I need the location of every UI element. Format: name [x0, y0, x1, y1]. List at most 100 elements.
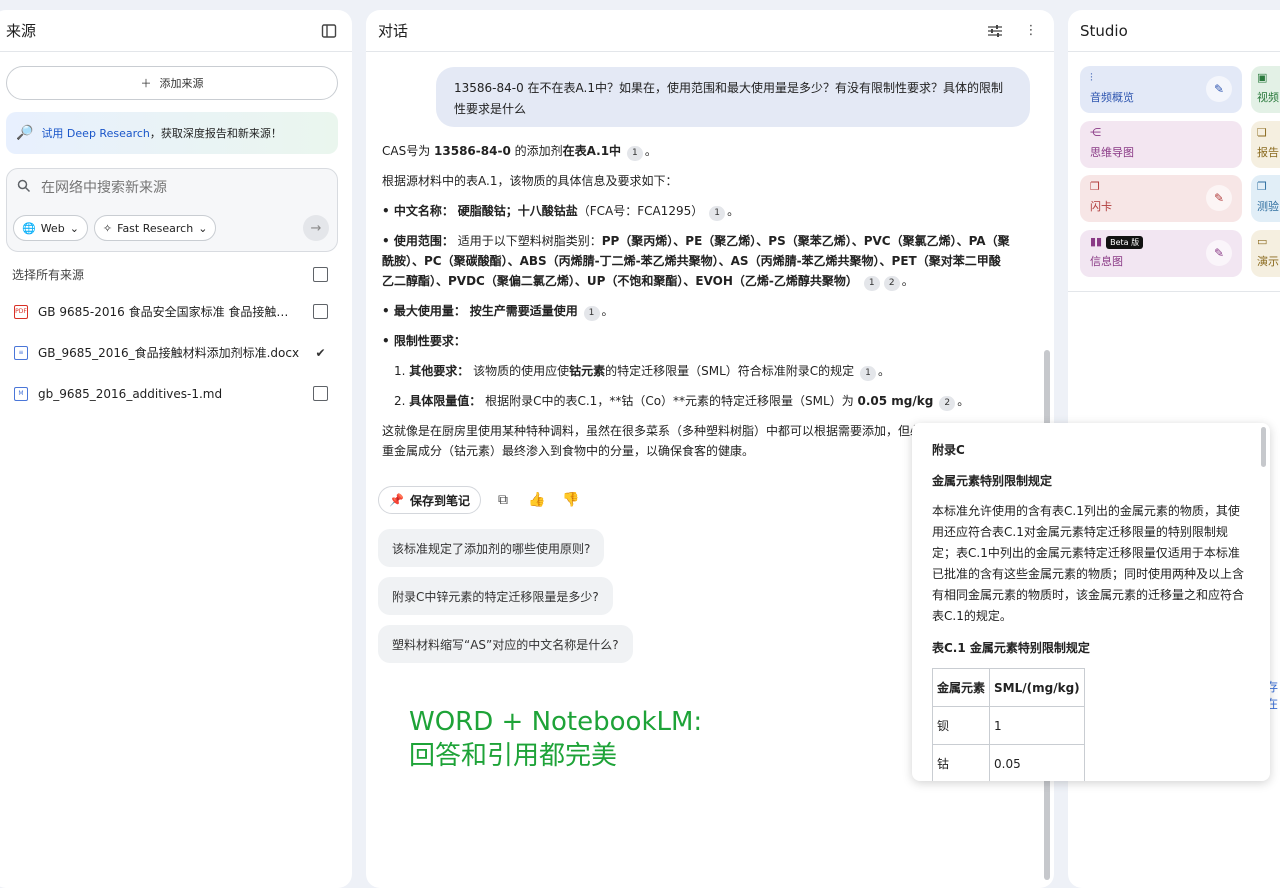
arrow-right-icon: → — [310, 220, 322, 236]
source-checkbox[interactable] — [313, 304, 328, 319]
citation-chip[interactable]: 1 — [860, 366, 877, 381]
citation-chip[interactable]: 2 — [939, 396, 956, 411]
popup-scrollbar[interactable] — [1261, 427, 1266, 467]
studio-divider — [1068, 291, 1280, 292]
edit-pencil-icon[interactable]: ✎ — [1206, 185, 1232, 211]
overlay-caption: WORD + NotebookLM: 回答和引用都完美 — [409, 705, 702, 773]
table-row: 钴 0.05 — [931, 744, 1085, 781]
studio-slides[interactable]: ▭ 演示 — [1251, 230, 1280, 277]
add-source-label: 添加来源 — [159, 77, 204, 90]
more-vert-icon[interactable]: ⋮ — [1020, 20, 1042, 42]
answer-requirement-1: 1. 其他要求： 该物质的使用应使钴元素的特定迁移限量（SML）符合标准附录C的… — [382, 361, 1012, 381]
studio-card-label: 报告 — [1257, 146, 1279, 159]
user-message: 13586-84-0 在不在表A.1中？如果在，使用范围和最大使用量是多少？有没… — [436, 67, 1030, 127]
table-row: 钡 1 — [931, 706, 1085, 745]
citation-chip[interactable]: 1 — [583, 306, 600, 321]
select-all-row: 选择所有来源 — [12, 266, 328, 283]
source-item[interactable]: ≡ GB_9685_2016_食品接触材料添加剂标准.docx ✔ — [14, 332, 328, 373]
promo-rest: ，获取深度报告和新来源！ — [149, 127, 282, 140]
source-checkbox[interactable]: ✔ — [313, 345, 328, 360]
collapse-panel-icon[interactable] — [318, 20, 340, 42]
table-cell: 钡 — [931, 706, 991, 745]
source-name: gb_9685_2016_additives-1.md — [38, 386, 223, 401]
sources-header: 来源 — [0, 10, 352, 52]
studio-video[interactable]: ▣ 视频 — [1251, 66, 1280, 113]
table-header-row: 金属元素 SML/(mg/kg) — [931, 668, 1085, 707]
research-mode-dropdown[interactable]: ✧ Fast Research ⌄ — [93, 215, 217, 241]
magnifier-icon: 🔎 — [16, 125, 34, 141]
popup-title: 附录C — [932, 443, 965, 457]
document-icon: ≡ — [14, 345, 28, 360]
source-name: GB_9685_2016_食品接触材料添加剂标准.docx — [38, 346, 300, 360]
answer-line-1: CAS号为 13586-84-0 的添加剂在表A.1中 1。 — [382, 141, 1012, 161]
chevron-down-icon: ⌄ — [69, 221, 79, 235]
answer-limit-label: • 限制性要求： — [382, 334, 466, 348]
suggested-question[interactable]: 该标准规定了添加剂的哪些使用原则? — [378, 529, 605, 567]
suggested-question[interactable]: 附录C中锌元素的特定迁移限量是多少? — [378, 577, 613, 615]
promo-text: 试用 Deep Research，获取深度报告和新来源！ — [41, 125, 281, 141]
video-icon: ▣ — [1257, 71, 1268, 84]
overlay-line-2: 回答和引用都完美 — [409, 741, 618, 771]
metal-limit-table: 金属元素 SML/(mg/kg) 钡 1 钴 0.05 — [931, 668, 1085, 781]
studio-quiz[interactable]: ❐ 测验 — [1251, 175, 1280, 222]
edit-pencil-icon[interactable]: ✎ — [1206, 76, 1232, 102]
report-icon: ❏ — [1257, 126, 1267, 139]
citation-chip[interactable]: 1 — [709, 206, 726, 221]
studio-header: Studio — [1068, 10, 1280, 52]
chevron-down-icon: ⌄ — [198, 221, 208, 235]
quiz-icon: ❐ — [1257, 180, 1267, 193]
add-source-button[interactable]: ＋ 添加来源 — [6, 66, 338, 100]
sources-panel: 来源 ＋ 添加来源 🔎 试用 Deep Research，获取深度报告和新来源！… — [0, 10, 352, 888]
promo-link[interactable]: 试用 Deep Research — [41, 127, 149, 140]
answer-scope: • 使用范围： 适用于以下塑料树脂类别：PP（聚丙烯）、PE（聚乙烯）、PS（聚… — [382, 231, 1012, 291]
table-header: 金属元素 — [931, 668, 991, 707]
popup-subtitle: 金属元素特别限制规定 — [932, 474, 1053, 488]
studio-infographic[interactable]: ▮▮ Beta 版 信息图 ✎ — [1080, 230, 1242, 277]
studio-flashcards[interactable]: ❐ 闪卡 ✎ — [1080, 175, 1242, 222]
answer-line-2: 根据源材料中的表A.1，该物质的具体信息及要求如下： — [382, 174, 678, 188]
suggested-question[interactable]: 塑料材料缩写“AS”对应的中文名称是什么? — [378, 625, 633, 663]
deep-research-promo[interactable]: 🔎 试用 Deep Research，获取深度报告和新来源！ — [6, 112, 338, 154]
edit-pencil-icon[interactable]: ✎ — [1206, 240, 1232, 266]
bar-chart-icon: ▮▮ — [1090, 235, 1103, 248]
answer-requirement-2: 2. 具体限量值： 根据附录C中的表C.1，**钴（Co）**元素的特定迁移限量… — [382, 391, 1012, 411]
save-to-note-button[interactable]: 📌 保存到笔记 — [378, 486, 481, 514]
select-all-checkbox[interactable] — [313, 267, 328, 282]
popup-body: 本标准允许使用的含有表C.1列出的金属元素的物质，其使用还应符合表C.1对金属元… — [932, 504, 1245, 623]
source-item[interactable]: M gb_9685_2016_additives-1.md — [14, 373, 328, 414]
citation-chip[interactable]: 1 — [626, 146, 643, 161]
web-chip-label: Web — [40, 221, 65, 235]
web-search-box: 🌐 Web ⌄ ✧ Fast Research ⌄ → — [6, 168, 338, 252]
studio-audio-overview[interactable]: ⫶ 音频概览 ✎ — [1080, 66, 1242, 113]
answer-max-usage: • 最大使用量： 按生产需要适量使用 1。 — [382, 301, 1012, 321]
plus-icon: ＋ — [140, 77, 152, 90]
submit-search-button[interactable]: → — [303, 215, 329, 241]
answer-actions: 📌 保存到笔记 ⧉ 👍 👎 — [378, 486, 583, 514]
save-note-label: 保存到笔记 — [409, 493, 470, 508]
copy-icon[interactable]: ⧉ — [491, 488, 515, 512]
source-name: GB 9685-2016 食品安全国家标准 食品接触材料... — [38, 305, 300, 319]
table-cell: 0.05 — [989, 744, 1085, 781]
studio-card-label: 演示 — [1257, 255, 1279, 268]
studio-report[interactable]: ❏ 报告 — [1251, 121, 1280, 168]
sources-title: 来源 — [6, 22, 37, 40]
source-item[interactable]: PDF GB 9685-2016 食品安全国家标准 食品接触材料... — [14, 291, 328, 332]
citation-chip[interactable]: 1 — [863, 276, 880, 291]
search-icon — [17, 179, 31, 197]
table-cell: 钴 — [931, 744, 991, 781]
table-cell: 1 — [989, 706, 1085, 745]
mind-map-icon: ⋲ — [1090, 126, 1101, 139]
studio-mind-map[interactable]: ⋲ 思维导图 — [1080, 121, 1242, 168]
web-search-input[interactable] — [41, 180, 301, 196]
citation-chip[interactable]: 2 — [883, 276, 900, 291]
source-checkbox[interactable] — [313, 386, 328, 401]
studio-card-label: 视频 — [1257, 91, 1279, 104]
thumbs-up-icon[interactable]: 👍 — [525, 488, 549, 512]
studio-card-label: 测验 — [1257, 200, 1279, 213]
slides-icon: ▭ — [1257, 235, 1268, 248]
web-source-dropdown[interactable]: 🌐 Web ⌄ — [13, 215, 88, 241]
thumbs-down-icon[interactable]: 👎 — [559, 488, 583, 512]
chat-header: 对话 ⋮ — [366, 10, 1054, 52]
select-all-label: 选择所有来源 — [12, 268, 85, 282]
tune-settings-icon[interactable] — [984, 20, 1006, 42]
